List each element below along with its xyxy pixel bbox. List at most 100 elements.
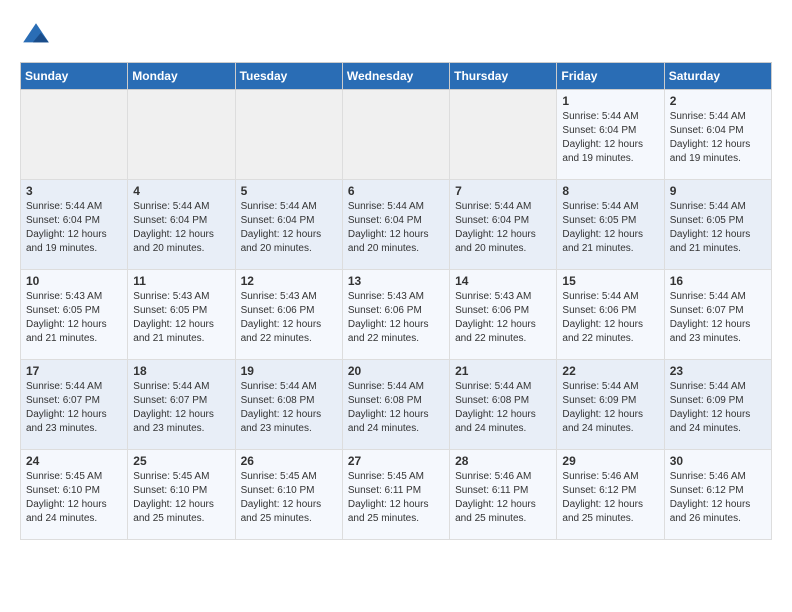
calendar-cell [342, 90, 449, 180]
calendar-cell: 9 Sunrise: 5:44 AMSunset: 6:05 PMDayligh… [664, 180, 771, 270]
column-header-tuesday: Tuesday [235, 63, 342, 90]
calendar-cell [235, 90, 342, 180]
day-number: 26 [241, 454, 337, 468]
calendar-cell: 17 Sunrise: 5:44 AMSunset: 6:07 PMDaylig… [21, 360, 128, 450]
day-number: 1 [562, 94, 658, 108]
day-number: 5 [241, 184, 337, 198]
day-number: 18 [133, 364, 229, 378]
calendar-cell [450, 90, 557, 180]
day-detail: Sunrise: 5:44 AMSunset: 6:04 PMDaylight:… [26, 201, 107, 254]
day-detail: Sunrise: 5:44 AMSunset: 6:04 PMDaylight:… [562, 111, 643, 164]
day-detail: Sunrise: 5:44 AMSunset: 6:07 PMDaylight:… [670, 291, 751, 344]
calendar-cell: 28 Sunrise: 5:46 AMSunset: 6:11 PMDaylig… [450, 450, 557, 540]
day-detail: Sunrise: 5:44 AMSunset: 6:04 PMDaylight:… [348, 201, 429, 254]
calendar-cell: 7 Sunrise: 5:44 AMSunset: 6:04 PMDayligh… [450, 180, 557, 270]
calendar-week-5: 24 Sunrise: 5:45 AMSunset: 6:10 PMDaylig… [21, 450, 772, 540]
day-number: 2 [670, 94, 766, 108]
calendar-header-row: SundayMondayTuesdayWednesdayThursdayFrid… [21, 63, 772, 90]
day-number: 28 [455, 454, 551, 468]
day-detail: Sunrise: 5:44 AMSunset: 6:06 PMDaylight:… [562, 291, 643, 344]
day-detail: Sunrise: 5:44 AMSunset: 6:04 PMDaylight:… [241, 201, 322, 254]
column-header-saturday: Saturday [664, 63, 771, 90]
day-detail: Sunrise: 5:44 AMSunset: 6:09 PMDaylight:… [562, 381, 643, 434]
day-detail: Sunrise: 5:45 AMSunset: 6:11 PMDaylight:… [348, 471, 429, 524]
calendar-cell: 2 Sunrise: 5:44 AMSunset: 6:04 PMDayligh… [664, 90, 771, 180]
calendar-cell: 24 Sunrise: 5:45 AMSunset: 6:10 PMDaylig… [21, 450, 128, 540]
day-detail: Sunrise: 5:43 AMSunset: 6:06 PMDaylight:… [241, 291, 322, 344]
logo [20, 20, 56, 52]
day-detail: Sunrise: 5:43 AMSunset: 6:06 PMDaylight:… [348, 291, 429, 344]
calendar-cell: 18 Sunrise: 5:44 AMSunset: 6:07 PMDaylig… [128, 360, 235, 450]
day-number: 3 [26, 184, 122, 198]
day-number: 16 [670, 274, 766, 288]
day-detail: Sunrise: 5:44 AMSunset: 6:09 PMDaylight:… [670, 381, 751, 434]
day-number: 30 [670, 454, 766, 468]
day-detail: Sunrise: 5:44 AMSunset: 6:04 PMDaylight:… [133, 201, 214, 254]
calendar-week-2: 3 Sunrise: 5:44 AMSunset: 6:04 PMDayligh… [21, 180, 772, 270]
day-number: 24 [26, 454, 122, 468]
day-detail: Sunrise: 5:44 AMSunset: 6:08 PMDaylight:… [348, 381, 429, 434]
day-detail: Sunrise: 5:46 AMSunset: 6:12 PMDaylight:… [562, 471, 643, 524]
day-number: 10 [26, 274, 122, 288]
calendar-cell: 13 Sunrise: 5:43 AMSunset: 6:06 PMDaylig… [342, 270, 449, 360]
column-header-sunday: Sunday [21, 63, 128, 90]
day-number: 13 [348, 274, 444, 288]
header [20, 20, 772, 52]
calendar-cell: 22 Sunrise: 5:44 AMSunset: 6:09 PMDaylig… [557, 360, 664, 450]
calendar-cell: 3 Sunrise: 5:44 AMSunset: 6:04 PMDayligh… [21, 180, 128, 270]
day-number: 25 [133, 454, 229, 468]
calendar-cell: 27 Sunrise: 5:45 AMSunset: 6:11 PMDaylig… [342, 450, 449, 540]
calendar-cell: 26 Sunrise: 5:45 AMSunset: 6:10 PMDaylig… [235, 450, 342, 540]
calendar-cell: 4 Sunrise: 5:44 AMSunset: 6:04 PMDayligh… [128, 180, 235, 270]
calendar-cell: 1 Sunrise: 5:44 AMSunset: 6:04 PMDayligh… [557, 90, 664, 180]
calendar-cell: 11 Sunrise: 5:43 AMSunset: 6:05 PMDaylig… [128, 270, 235, 360]
day-detail: Sunrise: 5:45 AMSunset: 6:10 PMDaylight:… [241, 471, 322, 524]
day-detail: Sunrise: 5:44 AMSunset: 6:04 PMDaylight:… [455, 201, 536, 254]
day-detail: Sunrise: 5:45 AMSunset: 6:10 PMDaylight:… [26, 471, 107, 524]
calendar-cell: 20 Sunrise: 5:44 AMSunset: 6:08 PMDaylig… [342, 360, 449, 450]
day-number: 15 [562, 274, 658, 288]
calendar-table: SundayMondayTuesdayWednesdayThursdayFrid… [20, 62, 772, 540]
calendar-cell: 15 Sunrise: 5:44 AMSunset: 6:06 PMDaylig… [557, 270, 664, 360]
calendar-cell: 19 Sunrise: 5:44 AMSunset: 6:08 PMDaylig… [235, 360, 342, 450]
day-detail: Sunrise: 5:44 AMSunset: 6:05 PMDaylight:… [562, 201, 643, 254]
day-number: 9 [670, 184, 766, 198]
column-header-wednesday: Wednesday [342, 63, 449, 90]
calendar-cell: 25 Sunrise: 5:45 AMSunset: 6:10 PMDaylig… [128, 450, 235, 540]
calendar-week-4: 17 Sunrise: 5:44 AMSunset: 6:07 PMDaylig… [21, 360, 772, 450]
calendar-cell: 29 Sunrise: 5:46 AMSunset: 6:12 PMDaylig… [557, 450, 664, 540]
day-detail: Sunrise: 5:44 AMSunset: 6:07 PMDaylight:… [133, 381, 214, 434]
day-detail: Sunrise: 5:44 AMSunset: 6:08 PMDaylight:… [241, 381, 322, 434]
day-detail: Sunrise: 5:46 AMSunset: 6:12 PMDaylight:… [670, 471, 751, 524]
day-detail: Sunrise: 5:43 AMSunset: 6:05 PMDaylight:… [26, 291, 107, 344]
day-number: 27 [348, 454, 444, 468]
day-number: 7 [455, 184, 551, 198]
day-number: 4 [133, 184, 229, 198]
column-header-monday: Monday [128, 63, 235, 90]
day-number: 6 [348, 184, 444, 198]
day-number: 19 [241, 364, 337, 378]
calendar-cell: 21 Sunrise: 5:44 AMSunset: 6:08 PMDaylig… [450, 360, 557, 450]
calendar-cell: 12 Sunrise: 5:43 AMSunset: 6:06 PMDaylig… [235, 270, 342, 360]
calendar-cell: 14 Sunrise: 5:43 AMSunset: 6:06 PMDaylig… [450, 270, 557, 360]
day-number: 12 [241, 274, 337, 288]
day-detail: Sunrise: 5:44 AMSunset: 6:05 PMDaylight:… [670, 201, 751, 254]
calendar-cell: 16 Sunrise: 5:44 AMSunset: 6:07 PMDaylig… [664, 270, 771, 360]
day-detail: Sunrise: 5:46 AMSunset: 6:11 PMDaylight:… [455, 471, 536, 524]
day-number: 20 [348, 364, 444, 378]
day-number: 8 [562, 184, 658, 198]
calendar-cell: 6 Sunrise: 5:44 AMSunset: 6:04 PMDayligh… [342, 180, 449, 270]
day-number: 22 [562, 364, 658, 378]
column-header-thursday: Thursday [450, 63, 557, 90]
calendar-week-1: 1 Sunrise: 5:44 AMSunset: 6:04 PMDayligh… [21, 90, 772, 180]
day-number: 23 [670, 364, 766, 378]
calendar-cell [128, 90, 235, 180]
calendar-cell: 8 Sunrise: 5:44 AMSunset: 6:05 PMDayligh… [557, 180, 664, 270]
calendar-week-3: 10 Sunrise: 5:43 AMSunset: 6:05 PMDaylig… [21, 270, 772, 360]
day-number: 29 [562, 454, 658, 468]
calendar-cell: 10 Sunrise: 5:43 AMSunset: 6:05 PMDaylig… [21, 270, 128, 360]
day-number: 11 [133, 274, 229, 288]
calendar-cell: 30 Sunrise: 5:46 AMSunset: 6:12 PMDaylig… [664, 450, 771, 540]
day-detail: Sunrise: 5:45 AMSunset: 6:10 PMDaylight:… [133, 471, 214, 524]
day-number: 21 [455, 364, 551, 378]
